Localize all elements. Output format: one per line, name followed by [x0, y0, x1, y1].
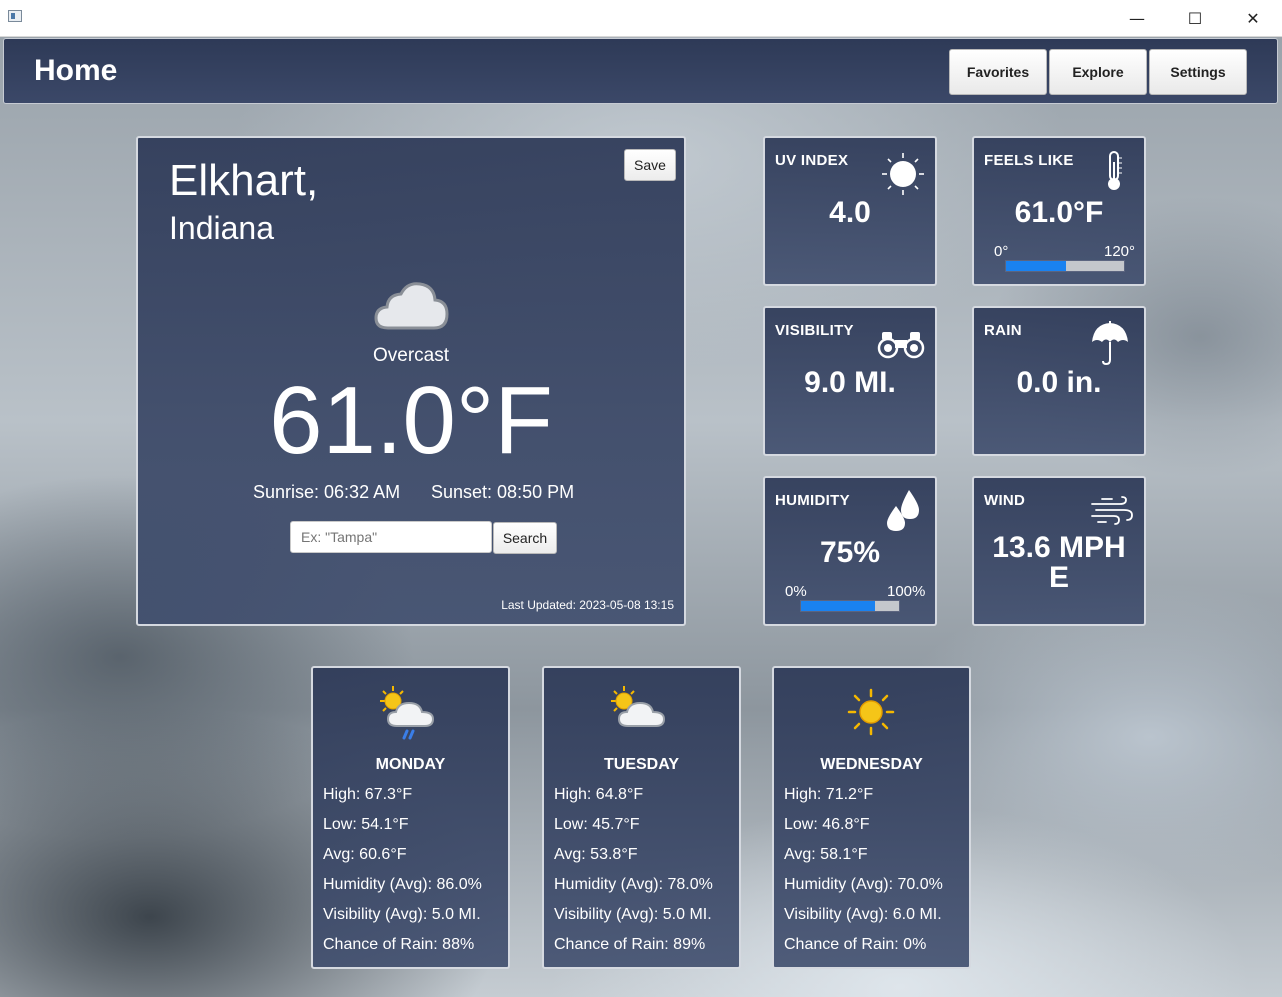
forecast-high: High: 67.3°F — [323, 786, 413, 803]
forecast-visibility: Visibility (Avg): 5.0 MI. — [323, 906, 481, 923]
search-input[interactable] — [290, 521, 492, 553]
visibility-label: VISIBILITY — [775, 322, 854, 339]
feels-like-card: FEELS LIKE 61.0°F 0° 120° — [972, 136, 1146, 286]
droplets-icon — [887, 490, 919, 531]
wind-icon — [1091, 496, 1133, 525]
current-weather-card: Elkhart, Indiana Save Overcast 61.0°F Su… — [136, 136, 686, 626]
app-icon — [8, 10, 22, 22]
forecast-rain-chance: Chance of Rain: 88% — [323, 936, 475, 953]
sun-icon — [882, 153, 924, 195]
humidity-gauge — [800, 600, 900, 612]
wind-label: WIND — [984, 492, 1026, 509]
binoculars-icon — [877, 332, 925, 359]
page-title: Home — [34, 54, 118, 87]
search-button[interactable]: Search — [493, 522, 557, 554]
visibility-card: VISIBILITY 9.0 MI. — [763, 306, 937, 456]
forecast-card-tuesday: TUESDAY High: 64.8°F Low: 45.7°F Avg: 53… — [542, 666, 741, 969]
partly-cloudy-icon — [611, 686, 666, 727]
condition-text: Overcast — [372, 345, 450, 366]
forecast-card-monday: MONDAY High: 67.3°F Low: 54.1°F Avg: 60.… — [311, 666, 510, 969]
state-name: Indiana — [169, 210, 274, 246]
forecast-day: MONDAY — [375, 756, 446, 773]
forecast-card-wednesday: WEDNESDAY High: 71.2°F Low: 46.8°F Avg: … — [772, 666, 971, 969]
save-button[interactable]: Save — [624, 149, 676, 181]
wind-card: WIND 13.6 MPH E — [972, 476, 1146, 626]
forecast-avg: Avg: 53.8°F — [554, 846, 638, 863]
humidity-min: 0% — [785, 583, 807, 600]
rain-value: 0.0 in. — [1016, 366, 1102, 399]
uv-index-label: UV INDEX — [775, 152, 849, 169]
cloud-icon — [374, 282, 449, 330]
forecast-humidity: Humidity (Avg): 78.0% — [554, 876, 713, 893]
rain-label: RAIN — [984, 322, 1022, 339]
feels-like-min: 0° — [994, 243, 1009, 260]
sunset-time: Sunset: 08:50 PM — [431, 482, 575, 502]
feels-like-gauge — [1005, 260, 1125, 272]
wind-speed-value: 13.6 MPH — [992, 531, 1126, 564]
forecast-high: High: 64.8°F — [554, 786, 644, 803]
humidity-max: 100% — [887, 583, 926, 600]
humidity-value: 75% — [819, 536, 881, 569]
app-header: Home Favorites Explore Settings — [3, 38, 1278, 104]
visibility-value: 9.0 MI. — [804, 366, 896, 399]
forecast-day: WEDNESDAY — [820, 756, 923, 773]
feels-like-label: FEELS LIKE — [984, 152, 1074, 169]
forecast-rain-chance: Chance of Rain: 0% — [784, 936, 927, 953]
current-temperature: 61.0°F — [269, 367, 553, 474]
sunny-icon — [847, 688, 895, 736]
feels-like-gauge-fill — [1006, 261, 1066, 271]
partly-cloudy-rain-icon — [380, 686, 435, 740]
explore-button[interactable]: Explore — [1049, 49, 1147, 95]
favorites-button[interactable]: Favorites — [949, 49, 1047, 95]
forecast-visibility: Visibility (Avg): 5.0 MI. — [554, 906, 712, 923]
forecast-humidity: Humidity (Avg): 70.0% — [784, 876, 943, 893]
wind-direction-value: E — [1048, 561, 1069, 594]
feels-like-max: 120° — [1104, 243, 1136, 260]
forecast-high: High: 71.2°F — [784, 786, 874, 803]
uv-index-value: 4.0 — [829, 196, 871, 229]
humidity-gauge-fill — [801, 601, 875, 611]
settings-button[interactable]: Settings — [1149, 49, 1247, 95]
forecast-avg: Avg: 60.6°F — [323, 846, 407, 863]
minimize-button[interactable]: — — [1108, 0, 1166, 36]
humidity-card: HUMIDITY 75% 0% 100% — [763, 476, 937, 626]
umbrella-icon — [1092, 321, 1128, 366]
forecast-low: Low: 54.1°F — [323, 816, 409, 833]
last-updated: Last Updated: 2023-05-08 13:15 — [501, 598, 674, 612]
close-button[interactable]: ✕ — [1224, 0, 1282, 36]
maximize-button[interactable]: ☐ — [1166, 0, 1224, 36]
forecast-avg: Avg: 58.1°F — [784, 846, 868, 863]
forecast-rain-chance: Chance of Rain: 89% — [554, 936, 706, 953]
sunrise-time: Sunrise: 06:32 AM — [253, 482, 401, 502]
humidity-label: HUMIDITY — [775, 492, 850, 509]
forecast-low: Low: 46.8°F — [784, 816, 870, 833]
forecast-humidity: Humidity (Avg): 86.0% — [323, 876, 482, 893]
rain-card: RAIN 0.0 in. — [972, 306, 1146, 456]
forecast-visibility: Visibility (Avg): 6.0 MI. — [784, 906, 942, 923]
feels-like-value: 61.0°F — [1014, 196, 1104, 229]
window-titlebar: — ☐ ✕ — [0, 0, 1282, 37]
city-name: Elkhart, — [169, 156, 319, 205]
uv-index-card: UV INDEX 4.0 — [763, 136, 937, 286]
forecast-day: TUESDAY — [604, 756, 679, 773]
forecast-low: Low: 45.7°F — [554, 816, 640, 833]
thermometer-icon — [1108, 151, 1122, 190]
